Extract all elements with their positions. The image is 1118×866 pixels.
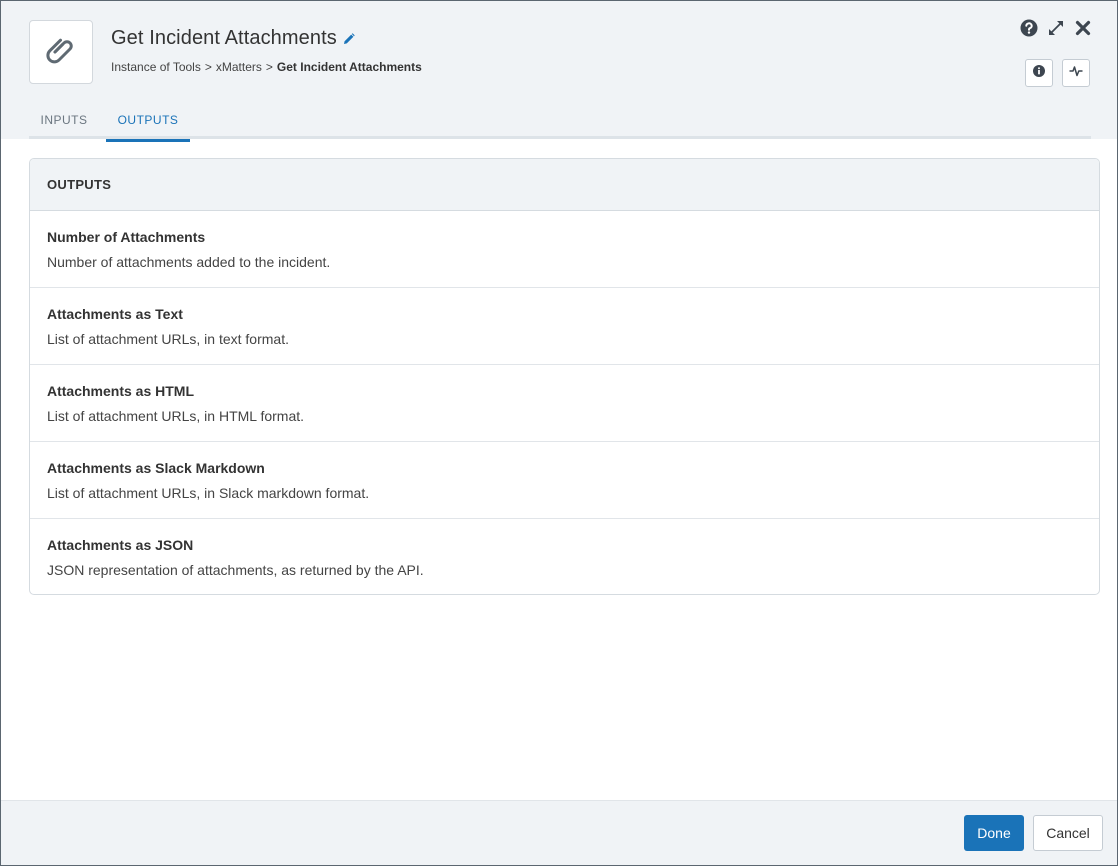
outputs-panel-heading: OUTPUTS bbox=[30, 159, 1099, 211]
output-description: List of attachment URLs, in Slack markdo… bbox=[47, 485, 370, 501]
info-icon bbox=[1033, 64, 1045, 82]
output-description: List of attachment URLs, in text format. bbox=[47, 331, 289, 347]
tab-inputs[interactable]: INPUTS bbox=[29, 105, 99, 139]
close-icon[interactable] bbox=[1074, 18, 1092, 38]
output-row: Attachments as Text List of attachment U… bbox=[30, 288, 1099, 365]
page-title: Get Incident Attachments bbox=[111, 27, 337, 49]
pencil-icon[interactable] bbox=[343, 32, 355, 45]
breadcrumb-item[interactable]: Instance of Tools bbox=[111, 60, 201, 74]
done-button[interactable]: Done bbox=[964, 815, 1024, 851]
paperclip-icon bbox=[43, 32, 79, 73]
output-row: Attachments as Slack Markdown List of at… bbox=[30, 442, 1099, 519]
tab-bar: INPUTS OUTPUTS bbox=[29, 105, 1091, 142]
breadcrumb-separator: > bbox=[265, 60, 273, 74]
help-icon[interactable] bbox=[1020, 18, 1038, 38]
dialog-header: Get Incident Attachments Instance of Too… bbox=[1, 1, 1117, 142]
output-row: Number of Attachments Number of attachme… bbox=[30, 211, 1099, 288]
expand-icon[interactable] bbox=[1047, 18, 1065, 38]
output-description: List of attachment URLs, in HTML format. bbox=[47, 408, 305, 424]
output-name: Attachments as Slack Markdown bbox=[47, 460, 265, 476]
activity-button[interactable] bbox=[1062, 59, 1090, 87]
output-description: Number of attachments added to the incid… bbox=[47, 254, 331, 270]
output-description: JSON representation of attachments, as r… bbox=[47, 562, 424, 578]
step-settings-dialog: Get Incident Attachments Instance of Too… bbox=[0, 0, 1118, 866]
step-icon-box bbox=[29, 20, 93, 84]
output-row: Attachments as HTML List of attachment U… bbox=[30, 365, 1099, 442]
header-small-buttons bbox=[1025, 59, 1090, 87]
tab-outputs[interactable]: OUTPUTS bbox=[106, 105, 190, 142]
breadcrumb-current: Get Incident Attachments bbox=[276, 60, 422, 74]
header-actions bbox=[1020, 18, 1092, 38]
output-name: Number of Attachments bbox=[47, 229, 206, 245]
cancel-button[interactable]: Cancel bbox=[1033, 815, 1103, 851]
info-button[interactable] bbox=[1025, 59, 1053, 87]
output-name: Attachments as JSON bbox=[47, 537, 194, 553]
breadcrumb: Instance of Tools > xMatters > Get Incident … bbox=[111, 60, 422, 74]
breadcrumb-separator: > bbox=[204, 60, 212, 74]
outputs-panel: OUTPUTS Number of Attachments Number of … bbox=[29, 158, 1100, 595]
output-name: Attachments as Text bbox=[47, 306, 183, 322]
activity-icon bbox=[1069, 64, 1083, 82]
output-row: Attachments as JSON JSON representation … bbox=[30, 519, 1099, 594]
breadcrumb-item[interactable]: xMatters bbox=[216, 60, 262, 74]
dialog-footer: Done Cancel bbox=[1, 800, 1117, 865]
title-row: Get Incident Attachments bbox=[111, 27, 355, 50]
output-name: Attachments as HTML bbox=[47, 383, 195, 399]
